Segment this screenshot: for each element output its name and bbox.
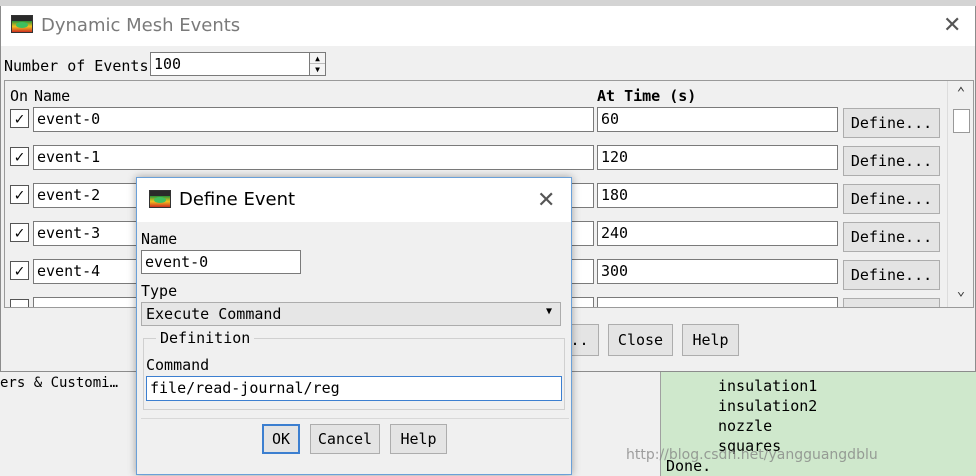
app-icon [149,190,171,208]
event-name-field[interactable]: event-0 [33,107,594,132]
console-line: insulation2 [718,397,818,415]
number-of-events-input[interactable]: 100 ▲ ▼ [150,52,326,76]
scroll-thumb[interactable] [953,109,970,133]
help-button[interactable]: Help [682,324,739,356]
event-time-field[interactable]: 120 [597,145,838,170]
event-time-field[interactable]: 240 [597,221,838,246]
spin-down-icon[interactable]: ▼ [310,64,325,75]
event-time-field[interactable]: 180 [597,183,838,208]
close-button[interactable]: Close [608,324,673,356]
event-time-field-partial[interactable] [597,297,838,307]
app-icon [11,15,33,33]
definition-group: Definition Command file/read-journal/reg [143,329,565,410]
watermark: http://blog.csdn.net/yangguangdblu [626,447,878,463]
event-on-checkbox-partial[interactable] [10,299,29,307]
number-stepper[interactable]: ▲ ▼ [309,53,325,75]
dialog-title: Dynamic Mesh Events [41,15,241,36]
define-button[interactable]: Define... [843,108,940,138]
close-icon[interactable]: ✕ [943,15,961,37]
define-button[interactable]: Define... [843,222,940,252]
define-event-dialog: Define Event ✕ Name event-0 Type Execute… [136,177,572,475]
define-button-partial[interactable] [843,298,940,307]
scroll-down-icon[interactable]: ⌄ [948,283,973,299]
table-scrollbar[interactable]: ⌃ ⌄ [947,81,973,307]
spin-up-icon[interactable]: ▲ [310,53,325,64]
close-icon[interactable]: ✕ [537,190,555,212]
define-event-title: Define Event [179,189,296,210]
event-time-field[interactable]: 300 [597,259,838,284]
define-button[interactable]: Define... [843,146,940,176]
define-button[interactable]: Define... [843,260,940,290]
titlebar[interactable]: Dynamic Mesh Events ✕ [1,6,975,46]
event-on-checkbox[interactable]: ✓ [10,261,29,280]
define-event-titlebar[interactable]: Define Event ✕ [137,178,571,222]
event-on-checkbox[interactable]: ✓ [10,147,29,166]
scroll-up-icon[interactable]: ⌃ [948,85,973,101]
ok-button[interactable]: OK [262,424,300,454]
event-name-label: Name [141,230,178,248]
event-type-label: Type [141,282,178,300]
event-on-checkbox[interactable]: ✓ [10,109,29,128]
column-header-at-time: At Time (s) [597,87,697,105]
event-name-input[interactable]: event-0 [141,250,301,274]
event-type-select[interactable]: Execute Command ▼ [141,302,561,326]
console-line: nozzle [718,417,773,435]
event-on-checkbox[interactable]: ✓ [10,223,29,242]
background-left-text: ers & Customi… [0,375,119,391]
command-input[interactable]: file/read-journal/reg [146,376,562,401]
command-label: Command [146,356,210,374]
definition-label: Definition [156,329,255,347]
column-header-on: On [10,87,29,105]
divider [141,418,569,419]
number-of-events-label: Number of Events [4,57,149,75]
event-type-value: Execute Command [146,305,282,323]
define-button[interactable]: Define... [843,184,940,214]
console-line: insulation1 [718,377,818,395]
chevron-down-icon: ▼ [545,306,552,317]
number-of-events-value: 100 [154,55,182,73]
event-time-field[interactable]: 60 [597,107,838,132]
event-on-checkbox[interactable]: ✓ [10,185,29,204]
event-name-field[interactable]: event-1 [33,145,594,170]
cancel-button[interactable]: Cancel [310,424,380,454]
help-button[interactable]: Help [390,424,447,454]
column-header-name: Name [34,87,71,105]
